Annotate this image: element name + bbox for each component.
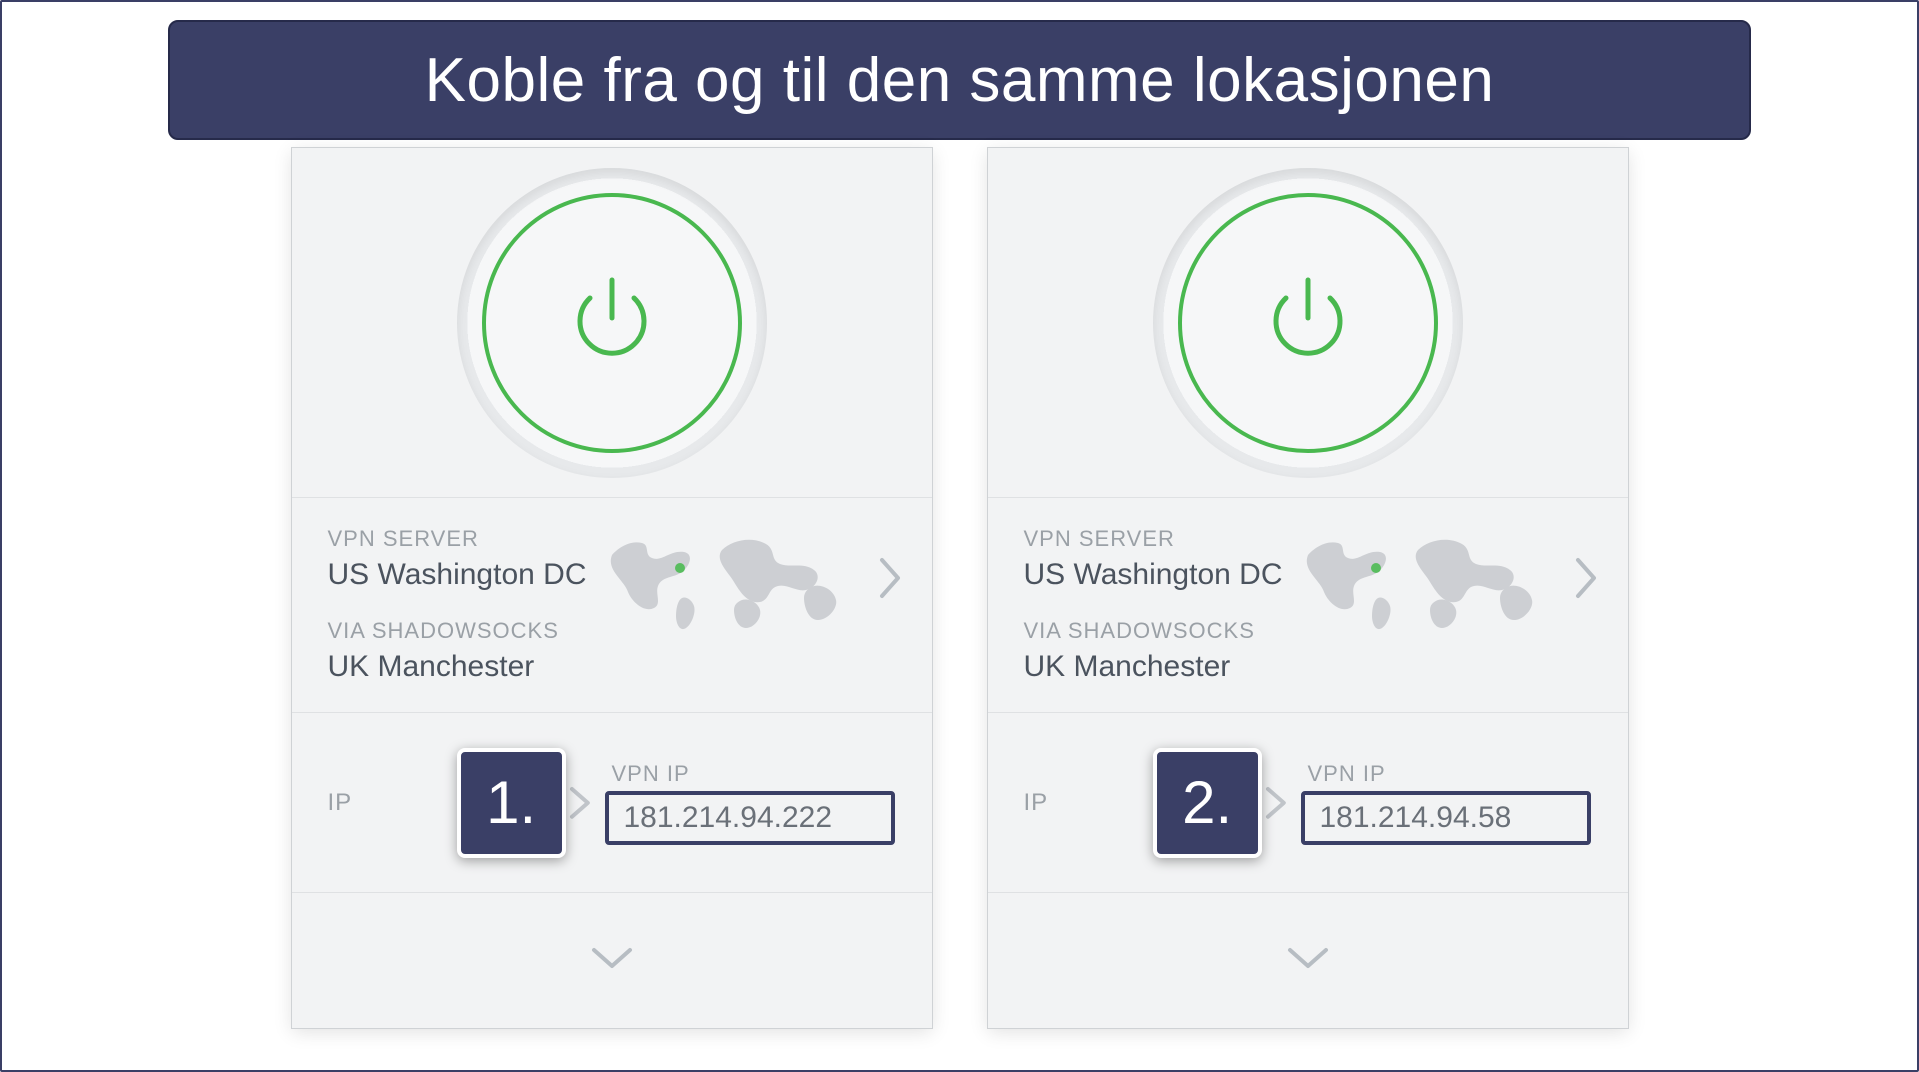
ip-label: IP [328,789,457,817]
power-icon [562,270,662,375]
ip-section: IP 2. VPN IP 181.214.94.58 [988,713,1628,893]
expand-toggle[interactable] [988,893,1628,1028]
step-number: 2. [1182,768,1232,837]
vpn-ip-label: VPN IP [605,761,895,787]
power-button-outer [1153,168,1463,478]
step-badge: 2. [1153,748,1262,858]
via-value: UK Manchester [1024,650,1592,684]
vpn-card-2: VPN SERVER US Washington DC VIA SHADOWSO… [988,148,1628,1028]
chevron-down-icon [1284,944,1332,977]
world-map-icon [602,520,862,640]
server-section[interactable]: VPN SERVER US Washington DC VIA SHADOWSO… [292,498,932,713]
server-section[interactable]: VPN SERVER US Washington DC VIA SHADOWSO… [988,498,1628,713]
world-map-icon [1298,520,1558,640]
expand-toggle[interactable] [292,893,932,1028]
power-button[interactable] [1178,193,1438,453]
ip-section: IP 1. VPN IP 181.214.94.222 [292,713,932,893]
banner-title: Koble fra og til den samme lokasjonen [425,45,1495,116]
chevron-down-icon [588,944,636,977]
power-button-outer [457,168,767,478]
vpn-ip-label: VPN IP [1301,761,1591,787]
step-number: 1. [486,768,536,837]
ip-arrow-icon [1262,783,1292,823]
power-region [988,148,1628,498]
vpn-ip-value: 181.214.94.222 [605,791,895,845]
server-chevron-right-icon[interactable] [1574,556,1600,600]
server-chevron-right-icon[interactable] [878,556,904,600]
power-region [292,148,932,498]
vpn-ip-block: VPN IP 181.214.94.222 [595,748,895,858]
title-banner: Koble fra og til den samme lokasjonen [168,20,1751,140]
ip-label: IP [1024,789,1153,817]
vpn-ip-value: 181.214.94.58 [1301,791,1591,845]
ip-arrow-icon [566,783,596,823]
step-badge: 1. [457,748,566,858]
power-icon [1258,270,1358,375]
vpn-ip-block: VPN IP 181.214.94.58 [1291,748,1591,858]
vpn-card-1: VPN SERVER US Washington DC VIA SHADOWSO… [292,148,932,1028]
via-value: UK Manchester [328,650,896,684]
power-button[interactable] [482,193,742,453]
cards-row: VPN SERVER US Washington DC VIA SHADOWSO… [0,148,1919,1028]
